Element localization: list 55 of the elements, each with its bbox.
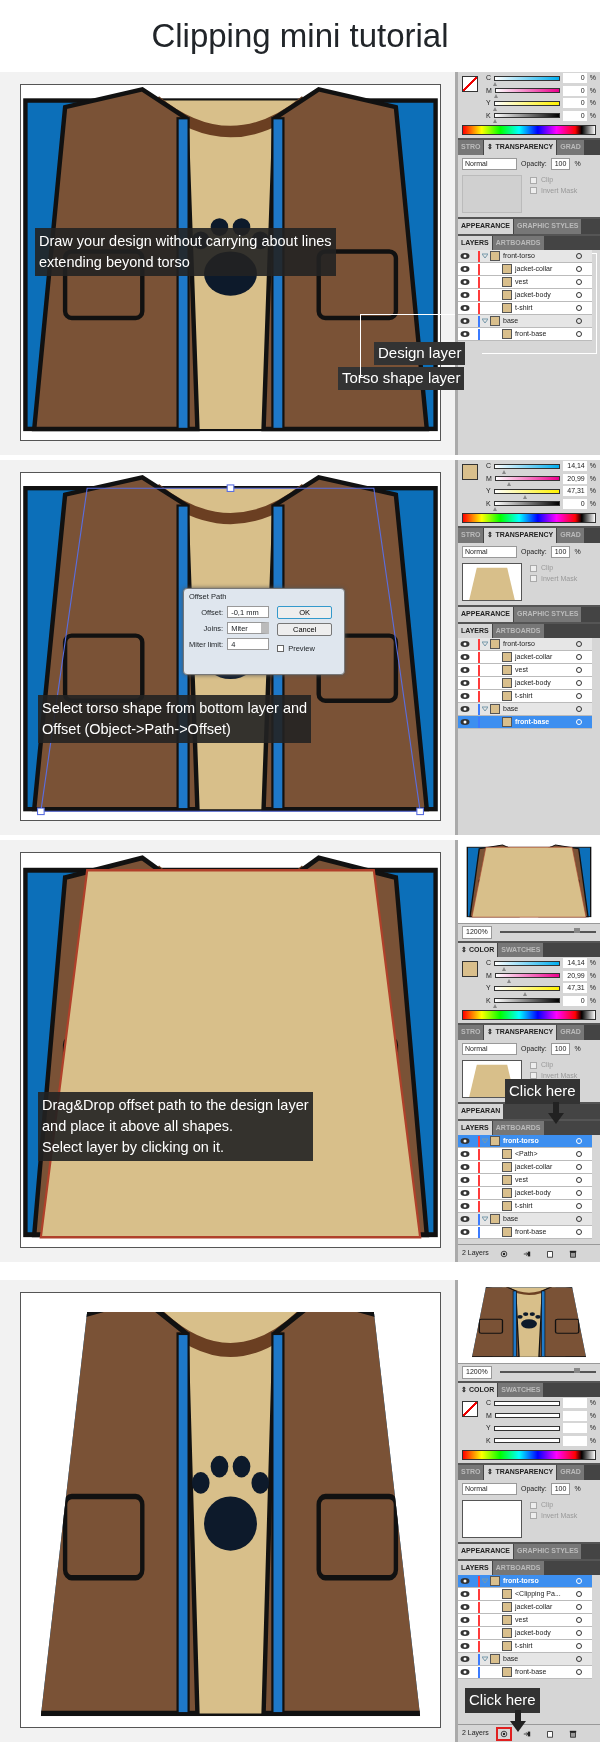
fill-swatch[interactable]	[462, 76, 478, 92]
eye-icon[interactable]	[460, 1603, 470, 1611]
eye-icon[interactable]	[460, 666, 470, 674]
empty-track	[494, 1413, 560, 1419]
eye-icon[interactable]	[460, 1616, 470, 1624]
eye-icon[interactable]	[460, 1668, 470, 1676]
empty-track	[493, 1425, 560, 1431]
eye-icon[interactable]	[460, 252, 470, 260]
hint-label: Click here	[505, 1079, 580, 1104]
eye-icon[interactable]	[460, 1163, 470, 1171]
zoom-slider-thumb[interactable]	[573, 1368, 580, 1374]
eye-icon[interactable]	[460, 1590, 470, 1598]
eye-icon[interactable]	[460, 1189, 470, 1197]
empty-track	[493, 1438, 560, 1444]
eye-icon[interactable]	[460, 653, 470, 661]
down-arrow	[548, 1102, 564, 1124]
eye-icon[interactable]	[460, 1228, 470, 1236]
eye-icon[interactable]	[460, 1137, 470, 1145]
fill-swatch[interactable]	[462, 464, 478, 480]
eye-icon[interactable]	[460, 291, 470, 299]
caption-text: Select torso shape from bottom layer and Offset (Object->Path->Offset)	[38, 695, 312, 744]
zoom-slider-thumb[interactable]	[573, 928, 580, 934]
eye-icon[interactable]	[460, 304, 470, 312]
eye-icon[interactable]	[460, 1150, 470, 1158]
eye-icon[interactable]	[460, 278, 470, 286]
eye-icon[interactable]	[460, 692, 470, 700]
eye-icon[interactable]	[460, 1215, 470, 1223]
clipping-mask-button[interactable]	[495, 1726, 512, 1741]
eye-icon[interactable]	[460, 718, 470, 726]
eye-icon[interactable]	[460, 1176, 470, 1184]
color-spectrum[interactable]	[462, 1010, 596, 1020]
eye-icon[interactable]	[460, 1577, 470, 1585]
down-arrow	[510, 1710, 526, 1732]
callout-label: Design layer	[374, 342, 466, 365]
eye-icon[interactable]	[460, 1655, 470, 1663]
color-spectrum[interactable]	[462, 1450, 596, 1460]
eye-icon[interactable]	[460, 640, 470, 648]
eye-icon[interactable]	[460, 330, 470, 338]
fill-swatch[interactable]	[462, 1401, 478, 1417]
eye-icon[interactable]	[460, 705, 470, 713]
color-spectrum[interactable]	[462, 125, 596, 135]
caption-text: Draw your design without carrying about lines extending beyond torso	[35, 228, 336, 277]
eye-icon[interactable]	[460, 679, 470, 687]
tutorial-title: Clipping mini tutorial	[150, 16, 450, 57]
fill-swatch[interactable]	[462, 961, 478, 977]
eye-icon[interactable]	[460, 1642, 470, 1650]
eye-icon[interactable]	[460, 1202, 470, 1210]
callout-label: Torso shape layer	[338, 367, 465, 390]
eye-icon[interactable]	[460, 1629, 470, 1637]
color-spectrum[interactable]	[462, 513, 596, 523]
empty-track	[494, 1400, 560, 1406]
hint-label: Click here	[465, 1688, 540, 1713]
eye-icon[interactable]	[460, 317, 470, 325]
caption-text: Drag&Drop offset path to the design layer and place it above all shapes. Select layer by clicking on it.	[38, 1092, 313, 1162]
eye-icon[interactable]	[460, 265, 470, 273]
